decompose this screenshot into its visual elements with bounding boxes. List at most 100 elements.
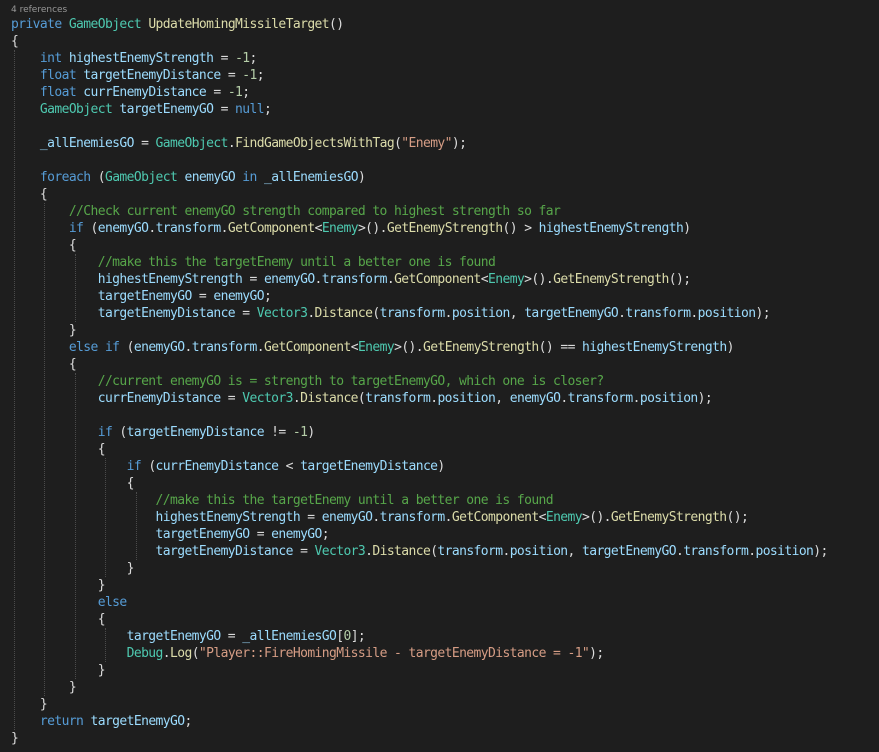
code-line[interactable]: targetEnemyGO = enemyGO; (11, 526, 330, 543)
number-literal-token: -1 (235, 51, 250, 66)
identifier-token: position (755, 544, 814, 559)
punctuation-token: ; (263, 289, 272, 304)
punctuation-token: . (307, 306, 315, 321)
code-line[interactable]: targetEnemyDistance = Vector3.Distance(t… (11, 543, 829, 560)
code-line[interactable]: } (11, 662, 106, 679)
code-line[interactable]: { (11, 475, 135, 492)
code-line[interactable]: if (currEnemyDistance < targetEnemyDista… (11, 458, 446, 475)
code-lens-references[interactable]: 4 references (11, 4, 67, 16)
code-line[interactable]: Debug.Log("Player::FireHomingMissile - t… (11, 645, 605, 662)
punctuation-token: { (11, 34, 19, 49)
code-line[interactable]: { (11, 186, 48, 203)
punctuation-token: { (11, 187, 48, 202)
code-line[interactable]: } (11, 679, 77, 696)
punctuation-token: >(). (581, 510, 612, 525)
identifier-token: transform (321, 272, 388, 287)
type-name-token: Vector3 (314, 544, 366, 559)
identifier-token: targetEnemyGO (90, 714, 186, 729)
code-line[interactable]: //make this the targetEnemy until a bett… (11, 254, 496, 271)
punctuation-token: ; (249, 51, 258, 66)
code-line[interactable]: float currEnemyDistance = -1; (11, 84, 250, 101)
punctuation-token: . (372, 510, 380, 525)
code-line[interactable]: if (targetEnemyDistance != -1) (11, 424, 315, 441)
code-line[interactable]: { (11, 441, 106, 458)
punctuation-token: () == (538, 340, 583, 355)
punctuation-token: ( (126, 340, 135, 355)
punctuation-token: = (213, 102, 236, 117)
punctuation-token: = (220, 68, 243, 83)
code-line[interactable]: private GameObject UpdateHomingMissileTa… (11, 16, 344, 33)
method-name-token: UpdateHomingMissileTarget (148, 17, 329, 32)
punctuation-token: . (292, 391, 301, 406)
code-line[interactable]: _allEnemiesGO = GameObject.FindGameObjec… (11, 135, 467, 152)
punctuation-token: () (329, 17, 344, 32)
identifier-token: targetEnemyDistance (11, 306, 236, 321)
method-name-token: GetComponent (394, 272, 481, 287)
punctuation-token: . (227, 136, 236, 151)
code-editor[interactable]: 4 references private GameObject UpdateHo… (0, 0, 879, 752)
punctuation-token: . (444, 510, 453, 525)
code-line[interactable]: int highestEnemyStrength = -1; (11, 50, 257, 67)
code-line[interactable]: targetEnemyDistance = Vector3.Distance(t… (11, 305, 771, 322)
identifier-token: targetEnemyGO (11, 527, 251, 542)
code-line[interactable]: float targetEnemyDistance = -1; (11, 67, 265, 84)
punctuation-token: = (213, 51, 236, 66)
identifier-token: enemyGO (263, 272, 315, 287)
comment-token: //current enemyGO is = strength to targe… (11, 374, 604, 389)
code-line[interactable]: targetEnemyGO = enemyGO; (11, 288, 272, 305)
punctuation-token: ); (697, 391, 713, 406)
code-line[interactable]: //make this the targetEnemy until a bett… (11, 492, 554, 509)
code-line[interactable]: //Check current enemyGO strength compare… (11, 203, 561, 220)
code-line[interactable]: else if (enemyGO.transform.GetComponent<… (11, 339, 735, 356)
code-line[interactable]: highestEnemyStrength = enemyGO.transform… (11, 509, 749, 526)
method-name-token: Distance (372, 544, 431, 559)
keyword-token: if (11, 459, 149, 474)
punctuation-token: ( (90, 221, 99, 236)
method-name-token: Distance (314, 306, 373, 321)
code-line[interactable]: } (11, 696, 48, 713)
code-line[interactable]: } (11, 730, 19, 747)
punctuation-token: ( (148, 459, 156, 474)
code-line[interactable]: { (11, 237, 77, 254)
code-line[interactable]: if (enemyGO.transform.GetComponent<Enemy… (11, 220, 691, 237)
punctuation-token: } (11, 680, 77, 695)
type-name-token: Enemy (488, 272, 525, 287)
code-line[interactable]: else (11, 594, 128, 611)
type-name-token: Enemy (545, 510, 583, 525)
punctuation-token: . (314, 272, 323, 287)
code-line[interactable]: GameObject targetEnemyGO = null; (11, 101, 272, 118)
identifier-token: transform (379, 306, 446, 321)
method-name-token: GetEnemyStrength (386, 221, 503, 236)
code-line[interactable]: } (11, 560, 135, 577)
keyword-token: return (11, 714, 91, 729)
keyword-token: null (235, 102, 265, 117)
punctuation-token: ); (813, 544, 828, 559)
punctuation-token: . (386, 272, 395, 287)
code-line[interactable]: highestEnemyStrength = enemyGO.transform… (11, 271, 691, 288)
type-name-token: Vector3 (242, 391, 293, 406)
punctuation-token: { (11, 476, 135, 491)
code-line[interactable]: //current enemyGO is = strength to targe… (11, 373, 604, 390)
punctuation-token: < (350, 340, 359, 355)
identifier-token: transform (567, 391, 634, 406)
code-line[interactable]: currEnemyDistance = Vector3.Distance(tra… (11, 390, 713, 407)
code-line[interactable]: return targetEnemyGO; (11, 713, 192, 730)
code-line[interactable]: } (11, 322, 77, 339)
identifier-token: targetEnemyGO (11, 629, 222, 644)
code-line[interactable]: foreach (GameObject enemyGO in _allEnemi… (11, 169, 366, 186)
punctuation-token: ) (307, 425, 315, 440)
number-literal-token: -1 (227, 85, 243, 100)
punctuation-token: { (11, 357, 77, 372)
identifier-token: targetEnemyDistance (126, 425, 265, 440)
punctuation-token: } (11, 697, 48, 712)
identifier-token: position (639, 391, 698, 406)
code-line[interactable]: { (11, 33, 19, 50)
method-name-token: GetEnemyStrength (553, 272, 669, 287)
code-line[interactable]: { (11, 356, 77, 373)
code-line[interactable]: { (11, 611, 106, 628)
code-line[interactable]: targetEnemyGO = _allEnemiesGO[0]; (11, 628, 366, 645)
code-line[interactable]: } (11, 577, 106, 594)
punctuation-token: ]; (350, 629, 366, 644)
identifier-token: position (451, 306, 510, 321)
method-name-token: GetComponent (227, 221, 315, 236)
